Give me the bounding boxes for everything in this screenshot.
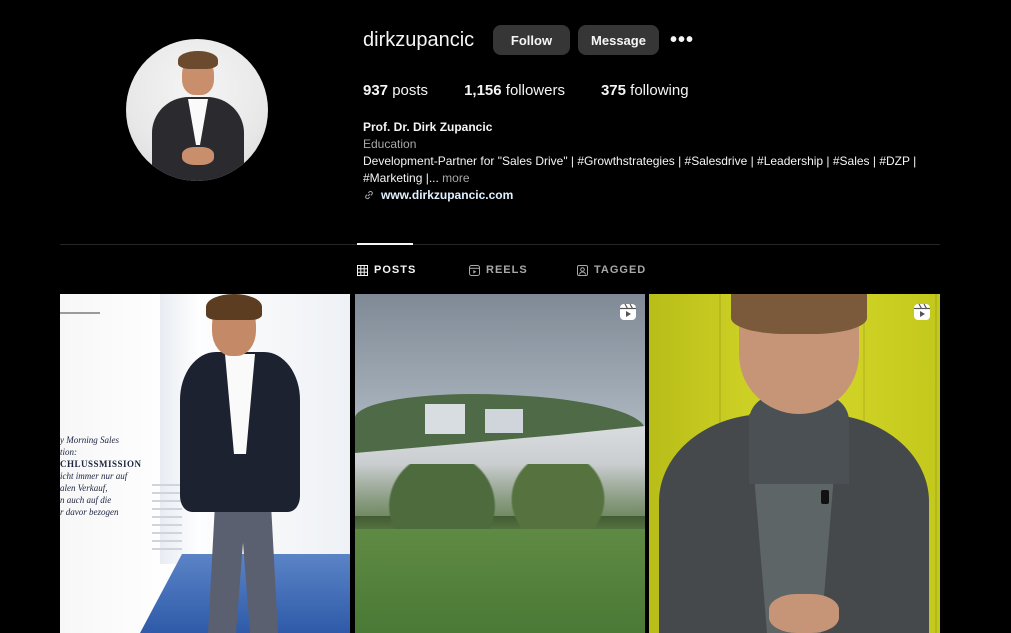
bio-more-link[interactable]: more [442, 171, 469, 185]
tab-reels[interactable]: REELS [469, 264, 528, 276]
avatar-figure-hair [178, 51, 218, 69]
reel-icon [620, 303, 636, 320]
photo-person-hair [206, 294, 262, 320]
more-options-icon[interactable]: ••• [670, 29, 694, 52]
profile-stats: 937 posts 1,156 followers 375 following [363, 82, 725, 99]
overlay-line: CHLUSSMISSION [60, 459, 142, 469]
overlay-line: alen Verkauf, [60, 483, 108, 493]
message-button[interactable]: Message [578, 25, 659, 55]
graphic-line [60, 312, 100, 314]
following-count: 375 [600, 82, 626, 99]
post-tile[interactable] [649, 294, 940, 633]
overlay-line: tion: [60, 447, 77, 457]
overlay-line: y Morning Sales [60, 435, 119, 445]
posts-count: 937 [363, 82, 389, 99]
posts-grid: y Morning Sales tion: CHLUSSMISSION icht… [60, 294, 940, 633]
link-icon [365, 190, 373, 200]
post-tile[interactable] [355, 294, 645, 633]
follow-button[interactable]: Follow [493, 25, 570, 55]
photo-person-hands [769, 594, 839, 633]
followers-label: followers [505, 82, 565, 99]
tabs-divider [60, 244, 940, 245]
post-overlay-text: y Morning Sales tion: CHLUSSMISSION icht… [60, 434, 155, 518]
grid-icon [357, 264, 368, 276]
tagged-icon [577, 264, 588, 276]
tab-posts[interactable]: POSTS [357, 264, 416, 276]
reel-icon [914, 303, 930, 320]
photo-building [485, 409, 523, 433]
tab-tagged[interactable]: TAGGED [577, 264, 646, 276]
following-label: following [630, 82, 689, 99]
tab-posts-label: POSTS [374, 264, 417, 276]
photo-trees [355, 464, 645, 534]
followers-count: 1,156 [464, 82, 502, 99]
posts-label: posts [392, 82, 429, 99]
profile-username: dirkzupancic [363, 29, 475, 51]
posts-count-stat: 937 posts [363, 82, 428, 99]
profile-bio: Development-Partner for "Sales Drive" | … [363, 153, 933, 187]
photo-person-hair [731, 294, 867, 334]
overlay-line: icht immer nur auf [60, 471, 128, 481]
website-link-text: www.dirkzupancic.com [381, 188, 514, 202]
photo-railing [152, 484, 182, 554]
reels-icon [469, 264, 480, 276]
tab-reels-label: REELS [486, 264, 528, 276]
followers-stat[interactable]: 1,156 followers [464, 82, 565, 99]
overlay-line: r davor bezogen [60, 507, 119, 517]
tab-tagged-label: TAGGED [594, 264, 647, 276]
active-tab-indicator [357, 243, 413, 245]
photo-building [425, 404, 465, 434]
photo-field [355, 529, 645, 633]
post-tile[interactable]: y Morning Sales tion: CHLUSSMISSION icht… [60, 294, 350, 633]
photo-microphone [821, 490, 829, 504]
following-stat[interactable]: 375 following [601, 82, 689, 99]
profile-category: Education [363, 137, 417, 151]
avatar-figure-hands [182, 147, 214, 165]
profile-website-link[interactable]: www.dirkzupancic.com [363, 188, 513, 202]
overlay-line: n auch auf die [60, 495, 112, 505]
profile-avatar[interactable] [126, 39, 268, 181]
profile-full-name: Prof. Dr. Dirk Zupancic [363, 120, 493, 134]
